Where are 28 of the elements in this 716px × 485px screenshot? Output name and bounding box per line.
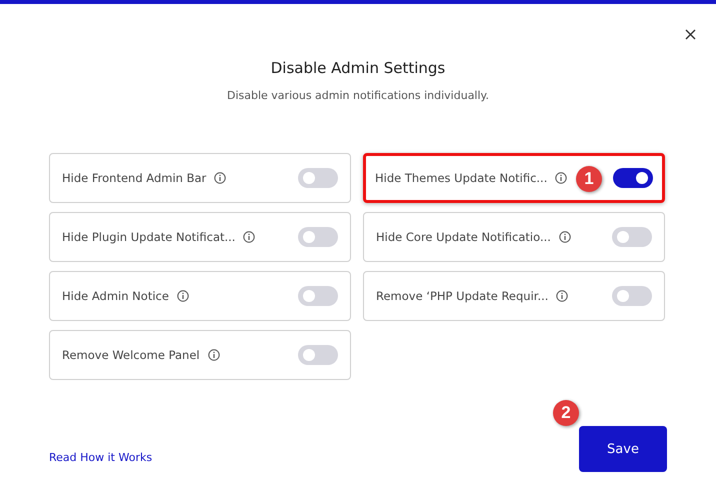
setting-label: Remove ‘PHP Update Requir...	[376, 289, 548, 303]
save-button[interactable]: Save	[579, 426, 667, 472]
close-icon[interactable]	[684, 28, 697, 42]
read-how-link[interactable]: Read How it Works	[49, 451, 152, 464]
info-icon[interactable]	[214, 172, 226, 184]
setting-label: Hide Core Update Notificatio...	[376, 230, 551, 244]
setting-label: Remove Welcome Panel	[62, 348, 200, 362]
setting-label: Hide Themes Update Notific...	[375, 171, 548, 185]
toggle-switch[interactable]	[298, 286, 338, 306]
toggle-switch[interactable]	[298, 227, 338, 247]
toggle-switch[interactable]	[298, 345, 338, 365]
step-badge: 1	[576, 166, 602, 192]
setting-label: Hide Plugin Update Notificat...	[62, 230, 236, 244]
setting-label: Hide Frontend Admin Bar	[62, 171, 206, 185]
toggle-switch[interactable]	[298, 168, 338, 188]
toggle-switch[interactable]	[612, 227, 652, 247]
dialog-subtitle: Disable various admin notifications individually.	[226, 89, 490, 102]
toggle-switch[interactable]	[612, 286, 652, 306]
dialog-title: Disable Admin Settings	[270, 59, 446, 77]
toggle-switch[interactable]	[613, 168, 653, 188]
info-icon[interactable]	[556, 290, 568, 302]
info-icon[interactable]	[176, 290, 189, 302]
info-icon[interactable]	[208, 349, 220, 361]
info-icon[interactable]	[558, 231, 571, 243]
info-icon[interactable]	[555, 172, 568, 184]
step-badge: 2	[553, 400, 579, 426]
setting-label: Hide Admin Notice	[62, 289, 169, 303]
info-icon[interactable]	[243, 231, 256, 243]
